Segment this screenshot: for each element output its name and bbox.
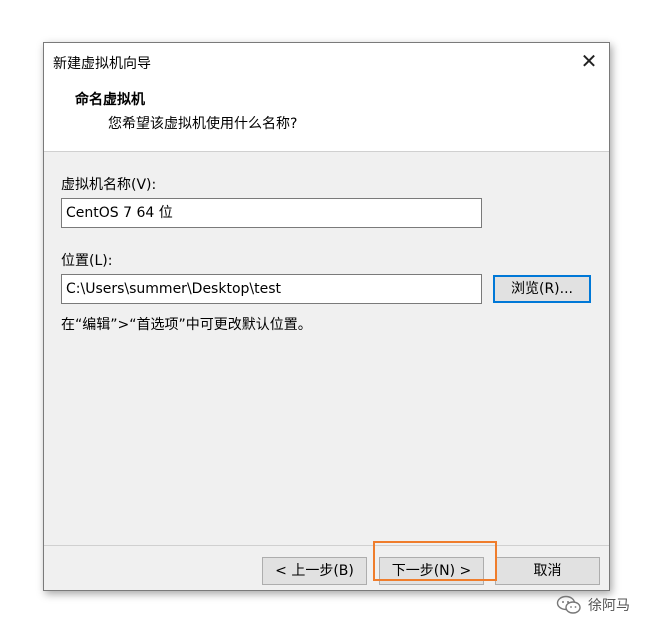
back-button[interactable]: < 上一步(B) <box>262 557 367 585</box>
vm-name-label: 虚拟机名称(V): <box>61 177 157 193</box>
new-vm-wizard-dialog: 新建虚拟机向导 ✕ 命名虚拟机 您希望该虚拟机使用什么名称? 虚拟机名称(V):… <box>43 42 610 591</box>
window-title: 新建虚拟机向导 <box>53 56 151 72</box>
watermark-text: 徐阿马 <box>588 598 630 614</box>
next-button[interactable]: 下一步(N) > <box>379 557 484 585</box>
page-title: 命名虚拟机 <box>75 92 145 108</box>
wechat-icon <box>556 595 582 615</box>
watermark: 徐阿马 <box>556 593 630 617</box>
close-icon: ✕ <box>580 49 598 73</box>
footer-divider <box>44 545 609 546</box>
cancel-button[interactable]: 取消 <box>495 557 600 585</box>
location-label: 位置(L): <box>61 253 113 269</box>
location-input[interactable]: C:\Users\summer\Desktop\test <box>61 274 482 304</box>
location-hint: 在“编辑”>“首选项”中可更改默认位置。 <box>61 317 312 333</box>
vm-name-input[interactable]: CentOS 7 64 位 <box>61 198 482 228</box>
wizard-header: 命名虚拟机 您希望该虚拟机使用什么名称? <box>44 81 609 152</box>
title-bar: 新建虚拟机向导 ✕ <box>44 43 609 81</box>
page-subtitle: 您希望该虚拟机使用什么名称? <box>108 116 298 132</box>
browse-button[interactable]: 浏览(R)... <box>493 275 591 303</box>
close-button[interactable]: ✕ <box>577 49 601 73</box>
